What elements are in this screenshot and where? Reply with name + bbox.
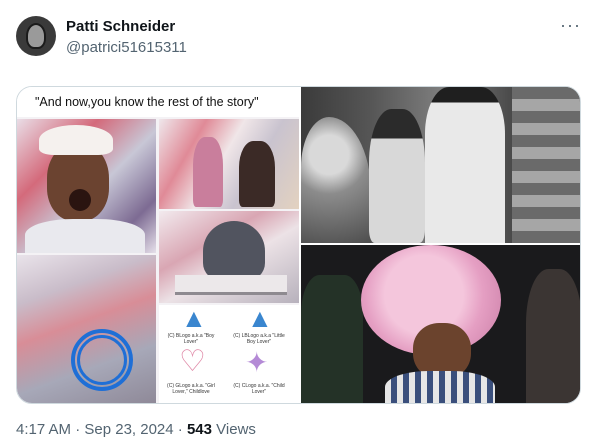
symbol-caption: (C) CLogo a.k.a. "Child Lover": [233, 383, 285, 395]
collage-panel-graffiti-room: [159, 119, 299, 209]
butterfly-symbol-icon: ✦: [245, 347, 269, 378]
symbol-caption: (C) GLogo a.k.a. "Girl Lover," Childlove: [167, 383, 215, 395]
background-person: [301, 275, 363, 403]
shirt-shape: [25, 219, 145, 253]
collage-panel-shocked-face: [17, 119, 156, 253]
views-count: 543: [186, 421, 212, 438]
bride-figure: [369, 109, 425, 243]
post-header: Patti Schneider @patrici51615311 ···: [16, 16, 581, 60]
heart-symbol-icon: ♡: [179, 345, 206, 378]
collage-caption: "And now,you know the rest of the story": [17, 87, 299, 117]
bed-shape: [175, 275, 287, 295]
symbol-caption: (C) LBLogo a.k.a "Little Boy Lover": [233, 333, 285, 345]
avatar[interactable]: [16, 16, 56, 56]
media-grid[interactable]: "And now,you know the rest of the story"…: [16, 86, 581, 404]
meta-separator: ·: [173, 421, 187, 438]
collage-panel-bed: [159, 211, 299, 303]
background-person: [526, 269, 580, 403]
flowers-shape: [301, 117, 371, 243]
avatar-figure: [26, 23, 46, 49]
post-meta: 4:17 AM · Sep 23, 2024 · 543 Views: [16, 421, 256, 438]
triangle-symbol-icon: ▲: [247, 305, 273, 333]
cloth-shape: [203, 221, 265, 281]
wedding-photo[interactable]: [301, 87, 580, 243]
groom-figure: [425, 87, 505, 243]
collage-panel-symbols: ▲ ▲ (C) BLogo a.k.a "Boy Lover" (C) LBLo…: [159, 305, 299, 403]
flag-background: [512, 87, 580, 243]
collage-image[interactable]: "And now,you know the rest of the story"…: [17, 87, 299, 403]
author-handle[interactable]: @patrici51615311: [66, 39, 187, 56]
figure-shape: [239, 141, 275, 207]
triangle-symbol-icon: ▲: [181, 305, 207, 333]
figure-shape: [193, 137, 223, 207]
symbol-caption: (C) BLogo a.k.a "Boy Lover": [167, 333, 215, 345]
striped-top-shape: [385, 371, 495, 403]
post-timestamp[interactable]: 4:17 AM · Sep 23, 2024: [16, 421, 174, 438]
author-name[interactable]: Patti Schneider: [66, 18, 175, 35]
pink-hair-photo[interactable]: [301, 245, 580, 403]
collage-panel-circled-wall: [17, 255, 156, 403]
hat-shape: [39, 125, 113, 155]
circle-annotation-icon: [77, 335, 127, 385]
more-options-icon[interactable]: ···: [560, 16, 581, 34]
views-label: Views: [212, 421, 256, 438]
mouth-shape: [69, 189, 91, 211]
